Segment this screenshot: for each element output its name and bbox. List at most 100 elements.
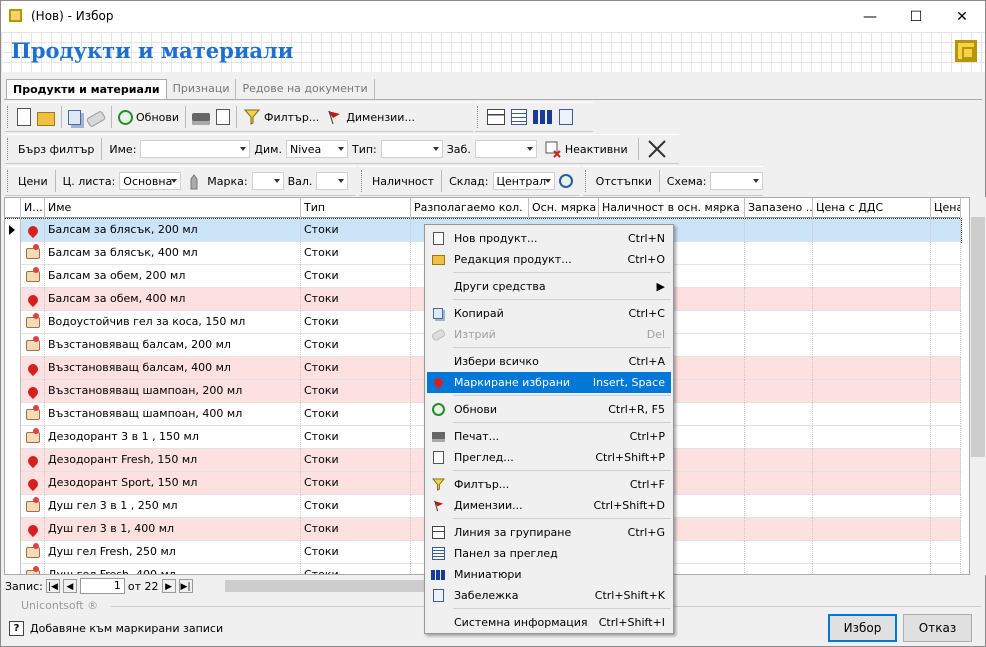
name-filter-combo[interactable] [140,140,251,158]
menu-separator [453,422,671,423]
toolbar-grip[interactable] [477,106,480,128]
row-indicator [5,426,21,449]
thumbnails-icon[interactable] [533,110,553,124]
row-indicator [5,541,21,564]
menu-item[interactable]: Миниатюри [427,564,671,585]
page-header: Продукти и материали [1,32,985,72]
maximize-button[interactable]: ☐ [893,1,939,32]
column-header[interactable]: Тип [301,198,411,218]
name-filter-label: Име: [109,142,137,156]
cell [931,564,961,574]
filter-button[interactable]: Филтър... [240,105,322,129]
column-header[interactable]: И... [21,198,45,218]
cell-name: Възстановяващ балсам, 200 мл [45,334,301,357]
cancel-button[interactable]: Отказ [903,614,972,642]
tab-document-rows[interactable]: Редове на документи [236,79,375,99]
menu-item[interactable]: Димензии... Ctrl+Shift+D [427,495,671,516]
toolbar-grip[interactable] [7,138,10,160]
menu-item[interactable]: Избери всичко Ctrl+A [427,351,671,372]
flag-icon [328,110,341,125]
row-icon-cell [21,449,45,472]
menu-item-label: Системна информация [454,616,588,629]
cell-type: Стоки [301,242,411,265]
menu-item[interactable]: Панел за преглед [427,543,671,564]
copy-icon[interactable] [68,109,81,125]
refresh-stock-icon[interactable] [558,174,573,188]
toolbar-grip[interactable] [7,170,10,192]
menu-item[interactable]: Филтър... Ctrl+F [427,474,671,495]
column-header[interactable]: Наличност в осн. мярка [599,198,745,218]
menu-item[interactable]: Редакция продукт... Ctrl+O [427,249,671,270]
stock-title: Наличност [372,174,435,188]
chevron-down-icon [171,179,178,183]
column-header[interactable]: Цена с ДДС [813,198,931,218]
preview-panel-icon [431,547,445,560]
toolbar-grip[interactable] [7,106,10,128]
minimize-button[interactable]: — [847,1,893,32]
clear-filter-icon[interactable] [646,138,668,160]
menu-item[interactable]: Други средства ▶ [427,276,671,297]
type-filter-combo[interactable] [380,140,443,158]
vertical-scrollbar[interactable] [970,197,986,575]
column-header[interactable]: Запазено ... [745,198,813,218]
prev-record-button[interactable]: ◀ [62,579,77,593]
menu-item[interactable]: Печат... Ctrl+P [427,426,671,447]
tab-attributes[interactable]: Признаци [167,79,237,99]
print-icon[interactable] [192,112,210,125]
toolbar-grip[interactable] [585,170,588,192]
menu-item[interactable]: Системна информация Ctrl+Shift+I [427,612,671,633]
scrollbar-thumb[interactable] [971,217,985,457]
menu-item[interactable]: Преглед... Ctrl+Shift+P [427,447,671,468]
chevron-down-icon [544,179,551,183]
row-indicator [5,564,21,574]
scheme-combo[interactable] [710,172,764,190]
group-line-icon[interactable] [487,109,505,125]
new-icon[interactable] [17,108,31,126]
dimensions-button[interactable]: Димензии... [322,105,418,129]
print-preview-icon[interactable] [216,109,230,125]
toolbar-grip[interactable] [361,170,364,192]
menu-item[interactable]: Маркиране избрани Insert, Space [427,372,671,393]
price-list-combo[interactable]: Основна [119,172,182,190]
column-header[interactable]: Цена [931,198,961,218]
first-record-button[interactable]: |◀ [45,579,60,593]
row-indicator [5,219,21,242]
brand-combo[interactable] [251,172,284,190]
open-folder-icon[interactable] [37,111,55,126]
cell [813,311,931,334]
preview-panel-icon[interactable] [511,109,527,125]
next-record-button[interactable]: ▶ [161,579,176,593]
scrollbar-thumb[interactable] [225,580,435,592]
inactive-toggle[interactable]: Неактивни [541,137,631,161]
warehouse-combo[interactable]: Централ [492,172,555,190]
menu-item[interactable]: Копирай Ctrl+C [427,303,671,324]
dim-filter-combo[interactable]: Nivea [285,140,348,158]
close-button[interactable]: ✕ [939,1,985,32]
pin-icon [25,476,40,491]
select-button[interactable]: Избор [828,614,897,642]
currency-combo[interactable] [316,172,349,190]
cell [813,242,931,265]
menu-item-icon-slot [427,254,449,265]
menu-item[interactable]: Нов продукт... Ctrl+N [427,228,671,249]
page-input[interactable]: 1 [79,578,125,594]
menu-item-shortcut: Ctrl+Shift+K [594,589,665,602]
menu-item[interactable]: Линия за групиране Ctrl+G [427,522,671,543]
reserve-filter-combo[interactable] [474,140,537,158]
menu-item[interactable]: Забележка Ctrl+Shift+K [427,585,671,606]
menu-item-label: Димензии... [454,499,523,512]
eraser-icon[interactable] [85,110,107,128]
row-icon-cell [21,380,45,403]
product-icon [25,267,40,282]
note-icon[interactable] [559,109,573,125]
row-indicator-header [5,198,21,218]
chevron-down-icon [753,179,760,183]
refresh-button[interactable]: Обнови [115,105,182,129]
cell [745,449,813,472]
column-header[interactable]: Осн. мярка [529,198,599,218]
tab-products[interactable]: Продукти и материали [6,79,167,99]
column-header[interactable]: Разполагаемо кол. [411,198,529,218]
column-header[interactable]: Име [45,198,301,218]
last-record-button[interactable]: ▶| [178,579,193,593]
menu-item[interactable]: Обнови Ctrl+R, F5 [427,399,671,420]
